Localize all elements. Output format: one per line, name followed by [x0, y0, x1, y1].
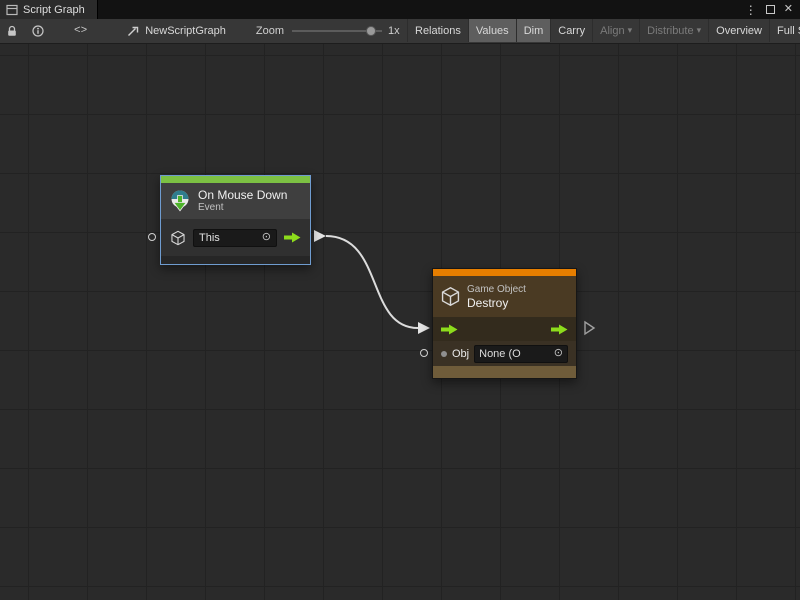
connection-edge[interactable] — [326, 236, 418, 328]
connection-start-cap — [314, 230, 326, 242]
maximize-icon[interactable] — [766, 5, 775, 14]
target-value-input-port[interactable] — [148, 233, 156, 241]
lock-icon[interactable] — [6, 25, 18, 37]
destroy-flow-row — [433, 317, 576, 341]
distribute-button-label: Distribute — [647, 25, 693, 37]
tab-title: Script Graph — [23, 4, 85, 16]
value-port-dot-icon — [441, 351, 447, 357]
dim-button[interactable]: Dim — [516, 19, 551, 42]
graph-name: NewScriptGraph — [145, 25, 226, 37]
target-field-value: This — [199, 232, 220, 244]
fullscreen-button[interactable]: Full Screen — [769, 19, 800, 42]
tab-script-graph[interactable]: Script Graph — [0, 0, 98, 19]
info-icon[interactable] — [32, 25, 44, 37]
event-target-row: This ⊙ — [161, 219, 310, 256]
node-subtitle: Event — [198, 202, 287, 214]
obj-field-value: None (O — [479, 348, 521, 360]
obj-value-input-port[interactable] — [420, 349, 428, 357]
toolbar: <> NewScriptGraph Zoom 1x Relations Valu… — [0, 19, 800, 44]
titlebar-controls: ⋮ ✕ — [745, 4, 800, 16]
event-node-header[interactable]: On Mouse Down Event — [161, 183, 310, 219]
chevron-down-icon: ▾ — [628, 25, 633, 36]
node-category: Game Object — [467, 284, 526, 296]
obj-field[interactable]: None (O ⊙ — [474, 345, 568, 363]
titlebar: Script Graph ⋮ ✕ — [0, 0, 800, 19]
node-on-mouse-down[interactable]: On Mouse Down Event This ⊙ — [160, 175, 311, 265]
code-icon[interactable]: <> — [74, 25, 87, 37]
node-footer — [161, 256, 310, 264]
zoom-slider-knob[interactable] — [366, 26, 376, 36]
destroy-flow-output-port[interactable] — [585, 322, 594, 334]
relations-button[interactable]: Relations — [407, 19, 468, 42]
zoom-slider[interactable] — [292, 19, 382, 44]
node-destroy[interactable]: Game Object Destroy Obj None (O ⊙ — [432, 268, 577, 379]
node-title: On Mouse Down — [198, 188, 287, 202]
node-accent-bar — [433, 269, 576, 276]
chevron-down-icon: ▾ — [697, 25, 702, 36]
flow-output-port[interactable] — [284, 232, 301, 243]
obj-label: Obj — [452, 348, 469, 360]
flow-input-port[interactable] — [441, 324, 458, 335]
zoom-value: 1x — [388, 25, 400, 37]
connection-layer — [0, 44, 800, 600]
mouse-event-icon — [168, 189, 192, 213]
align-button-label: Align — [600, 25, 624, 37]
game-object-icon — [170, 230, 186, 246]
graph-canvas[interactable]: On Mouse Down Event This ⊙ — [0, 44, 800, 600]
target-field[interactable]: This ⊙ — [193, 229, 277, 247]
script-graph-asset-icon — [127, 25, 140, 37]
script-graph-window: Script Graph ⋮ ✕ <> NewScriptGraph Zoom … — [0, 0, 800, 600]
destroy-node-header[interactable]: Game Object Destroy — [433, 276, 576, 317]
window-menu-icon[interactable]: ⋮ — [745, 4, 757, 16]
zoom-label: Zoom — [256, 25, 284, 37]
graph-reference[interactable]: NewScriptGraph — [127, 25, 226, 37]
close-icon[interactable]: ✕ — [784, 4, 793, 15]
flow-output-port[interactable] — [551, 324, 568, 335]
toolbar-button-group: Relations Values Dim Carry Align ▾ Distr… — [407, 19, 800, 42]
node-accent-bar — [161, 176, 310, 183]
overview-button[interactable]: Overview — [708, 19, 769, 42]
align-button[interactable]: Align ▾ — [592, 19, 639, 42]
distribute-button[interactable]: Distribute ▾ — [639, 19, 708, 42]
values-button[interactable]: Values — [468, 19, 516, 42]
graph-tab-icon — [6, 4, 18, 16]
carry-button[interactable]: Carry — [550, 19, 592, 42]
game-object-icon — [440, 286, 461, 307]
node-title: Destroy — [467, 296, 526, 310]
connection-arrowhead-icon — [418, 322, 430, 334]
destroy-obj-row: Obj None (O ⊙ — [433, 341, 576, 366]
object-picker-icon[interactable]: ⊙ — [554, 348, 563, 359]
node-footer — [433, 366, 576, 378]
object-picker-icon[interactable]: ⊙ — [262, 232, 271, 243]
